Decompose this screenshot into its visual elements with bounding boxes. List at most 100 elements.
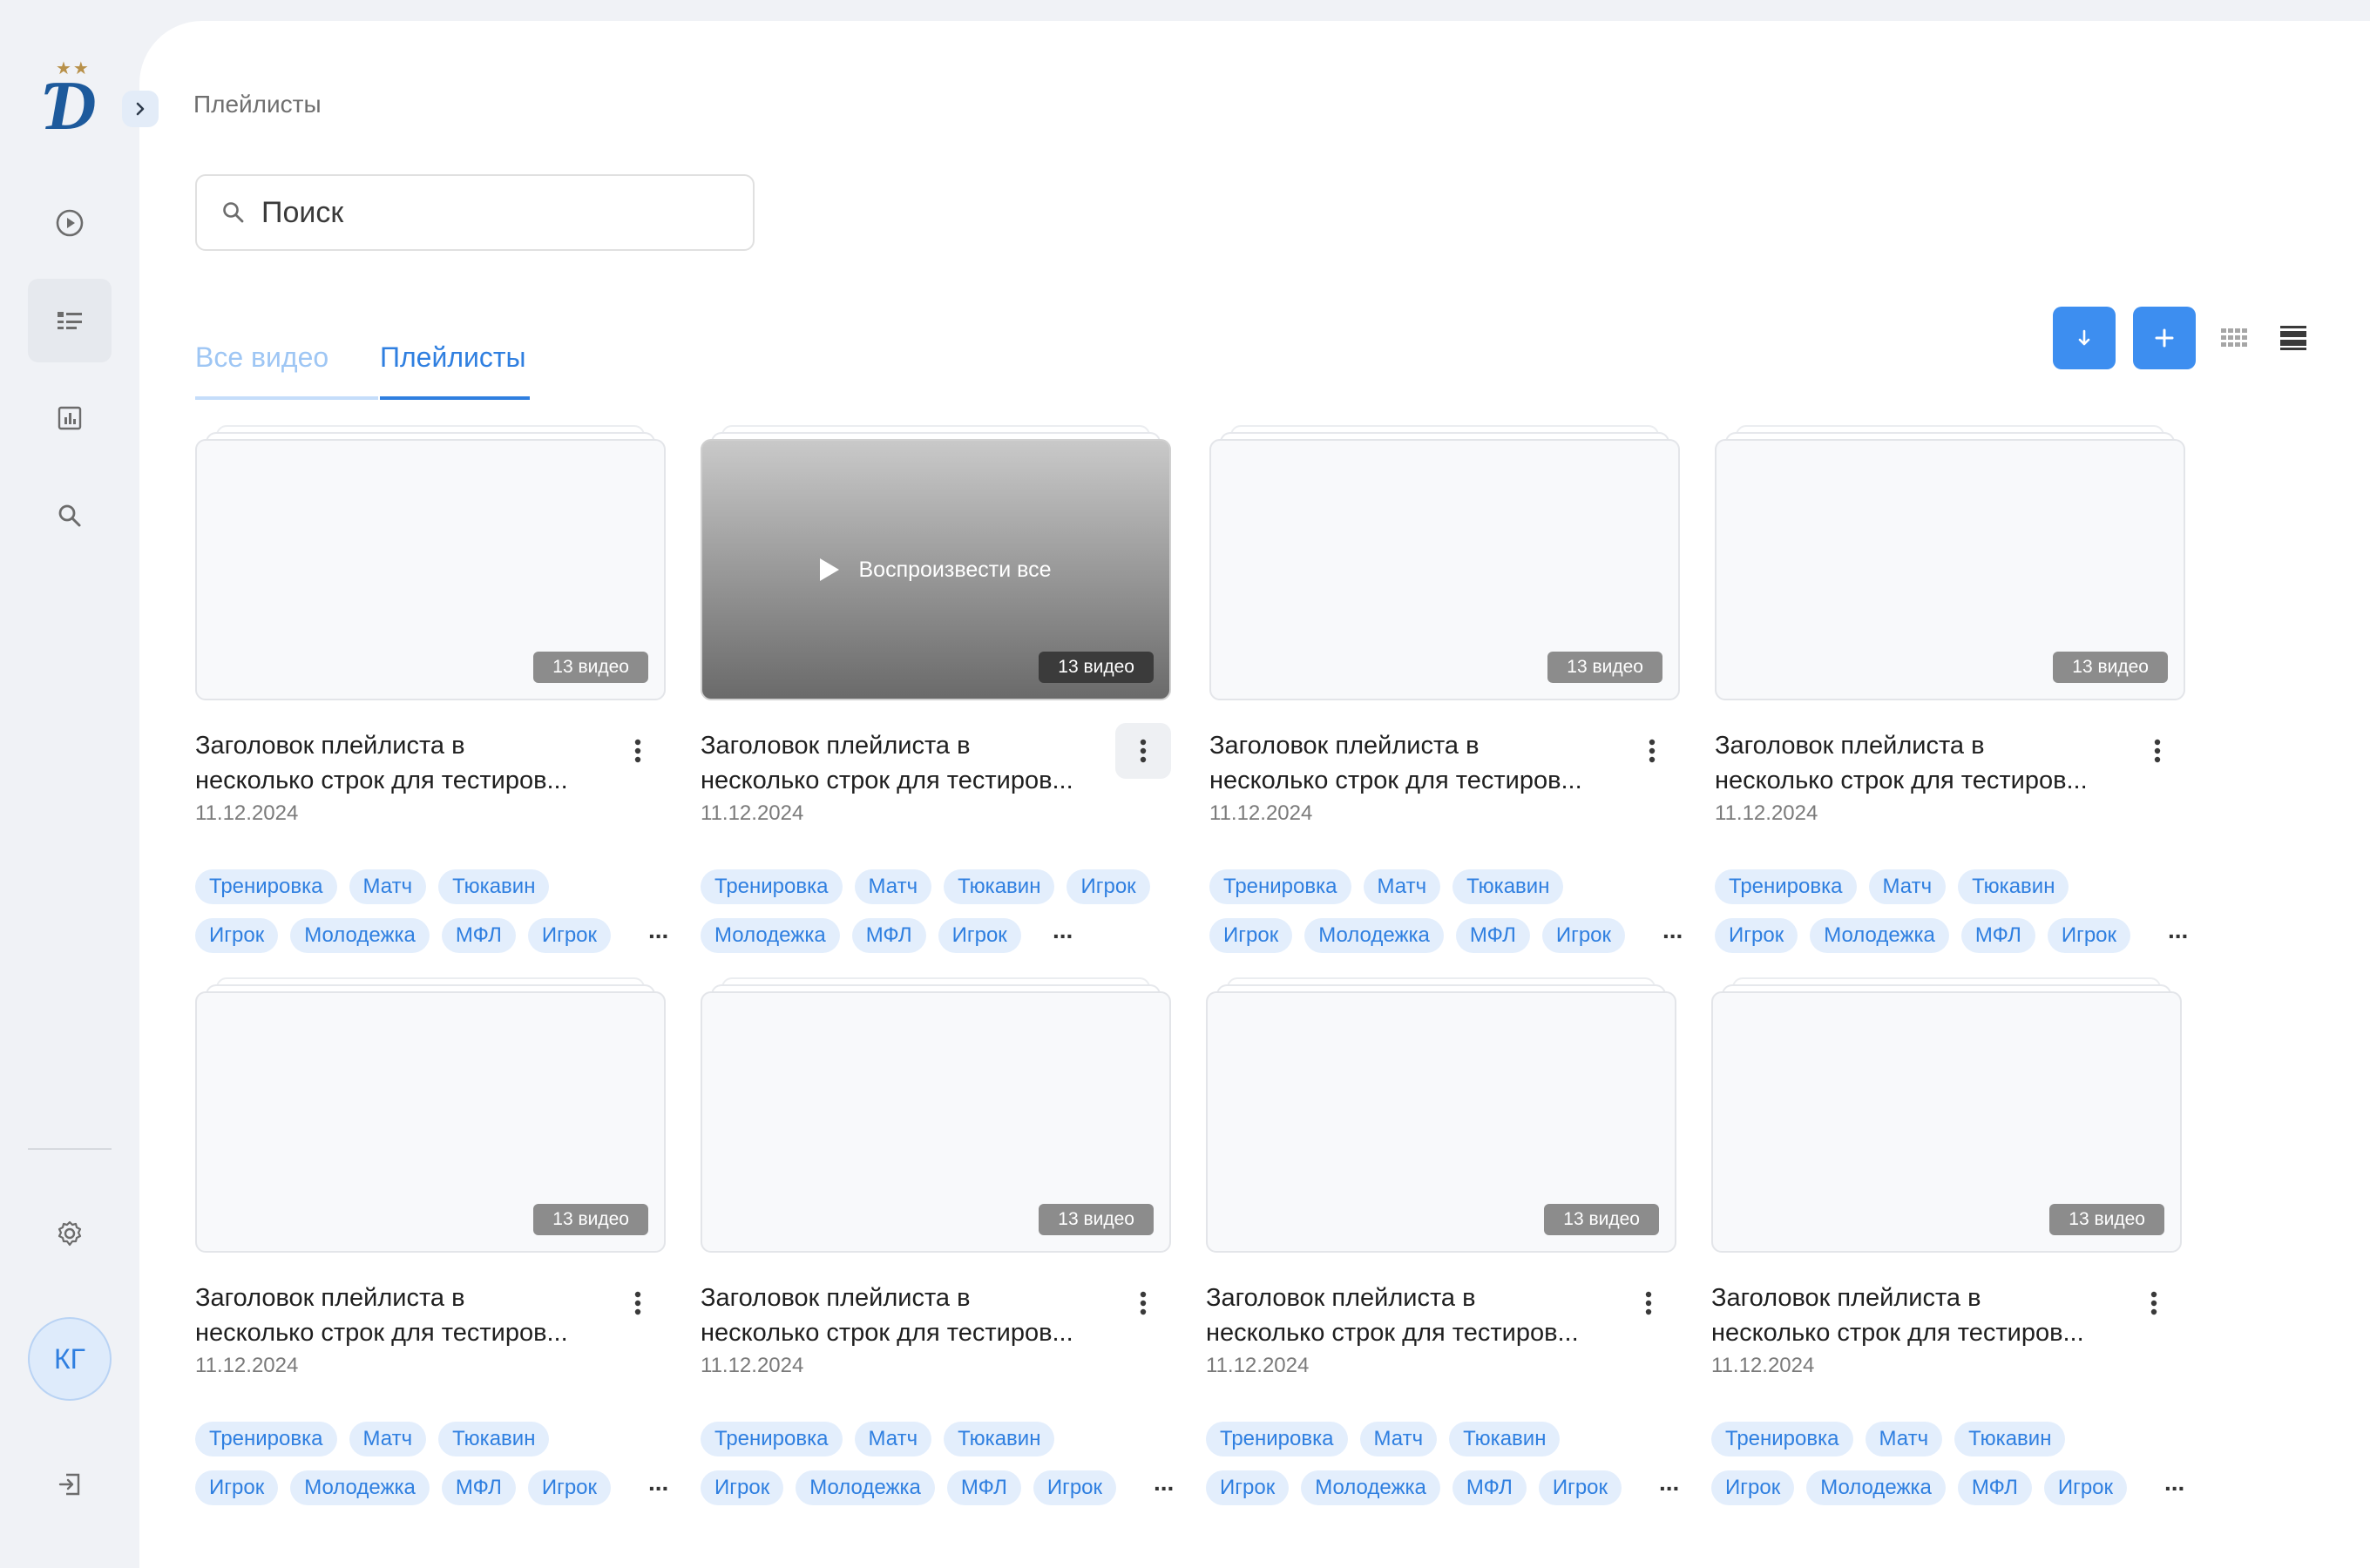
grid-view-button[interactable]	[2218, 322, 2250, 354]
tag[interactable]: Матч	[1865, 1422, 1943, 1456]
playlist-card[interactable]: 13 видео Заголовок плейлиста в несколько…	[195, 977, 668, 1505]
more-tags-indicator[interactable]: ...	[648, 1469, 668, 1497]
tag[interactable]: Тюкавин	[1452, 869, 1564, 904]
tag[interactable]: Молодежка	[1806, 1470, 1946, 1505]
tag[interactable]: Игрок	[527, 1470, 612, 1505]
tag[interactable]: МФЛ	[1960, 918, 2035, 953]
tag[interactable]: Игрок	[195, 918, 279, 953]
sidebar-item-settings[interactable]	[28, 1192, 112, 1275]
tag[interactable]: Игрок	[1206, 1470, 1290, 1505]
user-avatar[interactable]: КГ	[28, 1317, 112, 1401]
playlist-card[interactable]: 13 видео Заголовок плейлиста в несколько…	[701, 977, 1174, 1505]
tag[interactable]: Игрок	[527, 918, 612, 953]
more-tags-indicator[interactable]: ...	[1662, 916, 1683, 944]
tag[interactable]: Молодежка	[701, 918, 840, 953]
playlist-card[interactable]: 13 видео Заголовок плейлиста в несколько…	[1715, 425, 2188, 953]
tag[interactable]: Игрок	[701, 1470, 784, 1505]
tag[interactable]: Тюкавин	[944, 1422, 1055, 1456]
tag[interactable]: Игрок	[1711, 1470, 1795, 1505]
tag[interactable]: Тренировка	[1715, 869, 1857, 904]
more-options-button[interactable]	[2130, 723, 2185, 779]
more-tags-indicator[interactable]: ...	[1053, 916, 1073, 944]
sidebar-item-playlists[interactable]	[28, 279, 112, 362]
tag[interactable]: Молодежка	[796, 1470, 935, 1505]
more-options-button[interactable]	[610, 1275, 666, 1331]
more-options-button[interactable]	[610, 723, 666, 779]
tag[interactable]: Матч	[349, 869, 427, 904]
tag[interactable]: Тюкавин	[1449, 1422, 1561, 1456]
tag[interactable]: Игрок	[195, 1470, 279, 1505]
tag[interactable]: Игрок	[2043, 1470, 2128, 1505]
tag[interactable]: Матч	[854, 1422, 932, 1456]
tag[interactable]: Игрок	[1033, 1470, 1117, 1505]
tag[interactable]: Тренировка	[701, 1422, 843, 1456]
thumbnail-image[interactable]: 13 видео	[195, 439, 666, 700]
tag[interactable]: Молодежка	[1304, 918, 1444, 953]
tag[interactable]: Игрок	[938, 918, 1021, 953]
thumbnail-image[interactable]: 13 видео	[1209, 439, 1680, 700]
sidebar-expand-button[interactable]	[122, 91, 159, 127]
playlist-title[interactable]: Заголовок плейлиста в несколько строк дл…	[1711, 1281, 2130, 1350]
tag[interactable]: Тюкавин	[1954, 1422, 2066, 1456]
tag[interactable]: Игрок	[1066, 869, 1150, 904]
playlist-thumbnail[interactable]: 13 видео	[1715, 425, 2185, 704]
tag[interactable]: Тюкавин	[1958, 869, 2069, 904]
tag[interactable]: МФЛ	[441, 1470, 516, 1505]
tag[interactable]: Матч	[1868, 869, 1947, 904]
more-tags-indicator[interactable]: ...	[648, 916, 668, 944]
more-tags-indicator[interactable]: ...	[2164, 1469, 2184, 1497]
playlist-card[interactable]: 13 видео Заголовок плейлиста в несколько…	[1209, 425, 1683, 953]
playlist-thumbnail[interactable]: 13 видео	[1206, 977, 1676, 1256]
playlist-card[interactable]: 13 видео Заголовок плейлиста в несколько…	[1206, 977, 1679, 1505]
playlist-thumbnail[interactable]: 13 видео	[701, 977, 1171, 1256]
playlist-card[interactable]: 13 видео Заголовок плейлиста в несколько…	[1711, 977, 2184, 1505]
tag[interactable]: Молодежка	[290, 1470, 430, 1505]
tag[interactable]: Тренировка	[1206, 1422, 1348, 1456]
tag[interactable]: Тренировка	[1209, 869, 1351, 904]
tag[interactable]: Игрок	[1715, 918, 1798, 953]
tag[interactable]: Тренировка	[195, 869, 337, 904]
search-input[interactable]: Поиск	[195, 174, 755, 251]
add-playlist-button[interactable]	[2133, 307, 2196, 369]
playlist-thumbnail[interactable]: 13 видео	[1209, 425, 1680, 704]
tag[interactable]: МФЛ	[851, 918, 926, 953]
playlist-title[interactable]: Заголовок плейлиста в несколько строк дл…	[701, 728, 1119, 798]
tag[interactable]: Матч	[1359, 1422, 1438, 1456]
playlist-thumbnail[interactable]: Воспроизвести все 13 видео	[701, 425, 1171, 704]
thumbnail-image[interactable]: 13 видео	[701, 991, 1171, 1253]
sidebar-item-logout[interactable]	[28, 1443, 112, 1526]
list-view-button[interactable]	[2278, 322, 2309, 354]
tag[interactable]: МФЛ	[946, 1470, 1021, 1505]
tag[interactable]: Игрок	[1541, 918, 1626, 953]
tag[interactable]: Тренировка	[195, 1422, 337, 1456]
playlist-title[interactable]: Заголовок плейлиста в несколько строк дл…	[195, 728, 613, 798]
tag[interactable]: МФЛ	[1452, 1470, 1527, 1505]
more-options-button[interactable]	[1621, 1275, 1676, 1331]
playlist-title[interactable]: Заголовок плейлиста в несколько строк дл…	[1206, 1281, 1624, 1350]
playlist-title[interactable]: Заголовок плейлиста в несколько строк дл…	[1715, 728, 2133, 798]
playlist-title[interactable]: Заголовок плейлиста в несколько строк дл…	[701, 1281, 1119, 1350]
sidebar-item-videos[interactable]	[28, 181, 112, 265]
tag[interactable]: МФЛ	[1455, 918, 1530, 953]
playlist-thumbnail[interactable]: 13 видео	[1711, 977, 2182, 1256]
tag[interactable]: Игрок	[2047, 918, 2131, 953]
more-options-button[interactable]	[1624, 723, 1680, 779]
thumbnail-image[interactable]: 13 видео	[1715, 439, 2185, 700]
thumbnail-image[interactable]: 13 видео	[1206, 991, 1676, 1253]
playlist-title[interactable]: Заголовок плейлиста в несколько строк дл…	[1209, 728, 1628, 798]
tag[interactable]: Тюкавин	[438, 1422, 550, 1456]
more-options-button[interactable]	[2126, 1275, 2182, 1331]
playlist-title[interactable]: Заголовок плейлиста в несколько строк дл…	[195, 1281, 613, 1350]
playlist-card[interactable]: 13 видео Заголовок плейлиста в несколько…	[195, 425, 668, 953]
tag[interactable]: Тренировка	[701, 869, 843, 904]
more-options-button[interactable]	[1115, 723, 1171, 779]
breadcrumb[interactable]: Плейлисты	[193, 91, 322, 118]
playlist-card[interactable]: Воспроизвести все 13 видео Заголовок пле…	[701, 425, 1171, 953]
tag[interactable]: Игрок	[1538, 1470, 1622, 1505]
tag[interactable]: Тюкавин	[438, 869, 550, 904]
sidebar-item-search[interactable]	[28, 474, 112, 558]
tag[interactable]: Молодежка	[1810, 918, 1949, 953]
tag[interactable]: Матч	[349, 1422, 427, 1456]
tag[interactable]: Тюкавин	[944, 869, 1055, 904]
more-tags-indicator[interactable]: ...	[2168, 916, 2188, 944]
